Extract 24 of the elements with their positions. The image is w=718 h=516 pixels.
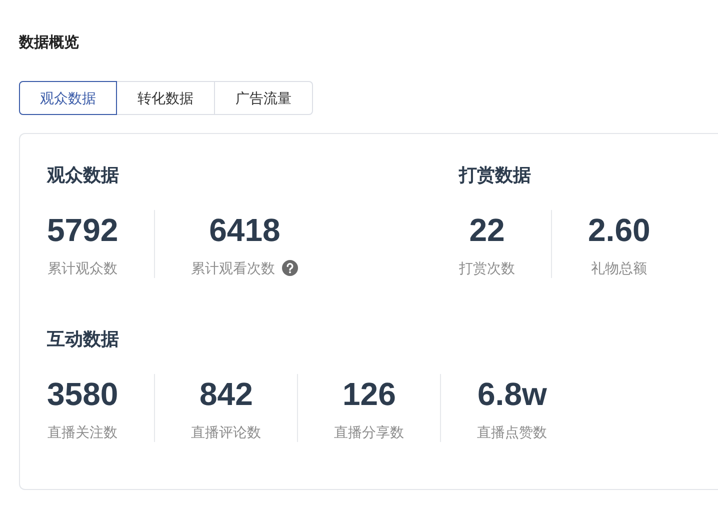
stat-value: 3580: [47, 375, 118, 414]
stat-label: 打赏次数: [459, 258, 515, 278]
stat-value: 2.60: [588, 211, 650, 250]
stat-value: 5792: [47, 211, 118, 250]
stat-label: 累计观众数: [48, 258, 118, 278]
tab[interactable]: 观众数据: [19, 81, 117, 115]
stat-label: 直播关注数: [48, 422, 118, 442]
help-icon[interactable]: [282, 260, 298, 276]
section-heading: 打赏数据: [459, 164, 531, 187]
stat-label: 礼物总额: [591, 258, 648, 278]
section-heading: 观众数据: [47, 164, 119, 187]
tab[interactable]: 转化数据: [117, 81, 215, 115]
section-heading: 互动数据: [47, 328, 119, 351]
stat-value: 6418: [209, 211, 280, 250]
stat-value: 6.8w: [478, 375, 547, 414]
stat-label: 累计观看次数: [191, 258, 276, 278]
stat-label: 直播分享数: [334, 422, 404, 442]
stat-value: 22: [469, 211, 505, 250]
tab[interactable]: 广告流量: [215, 81, 313, 115]
stat-label: 直播评论数: [191, 422, 262, 442]
stat-label: 直播点赞数: [477, 422, 548, 442]
page-title: 数据概览: [19, 33, 79, 53]
stat-value: 126: [342, 375, 396, 414]
stat-value: 842: [199, 375, 253, 414]
